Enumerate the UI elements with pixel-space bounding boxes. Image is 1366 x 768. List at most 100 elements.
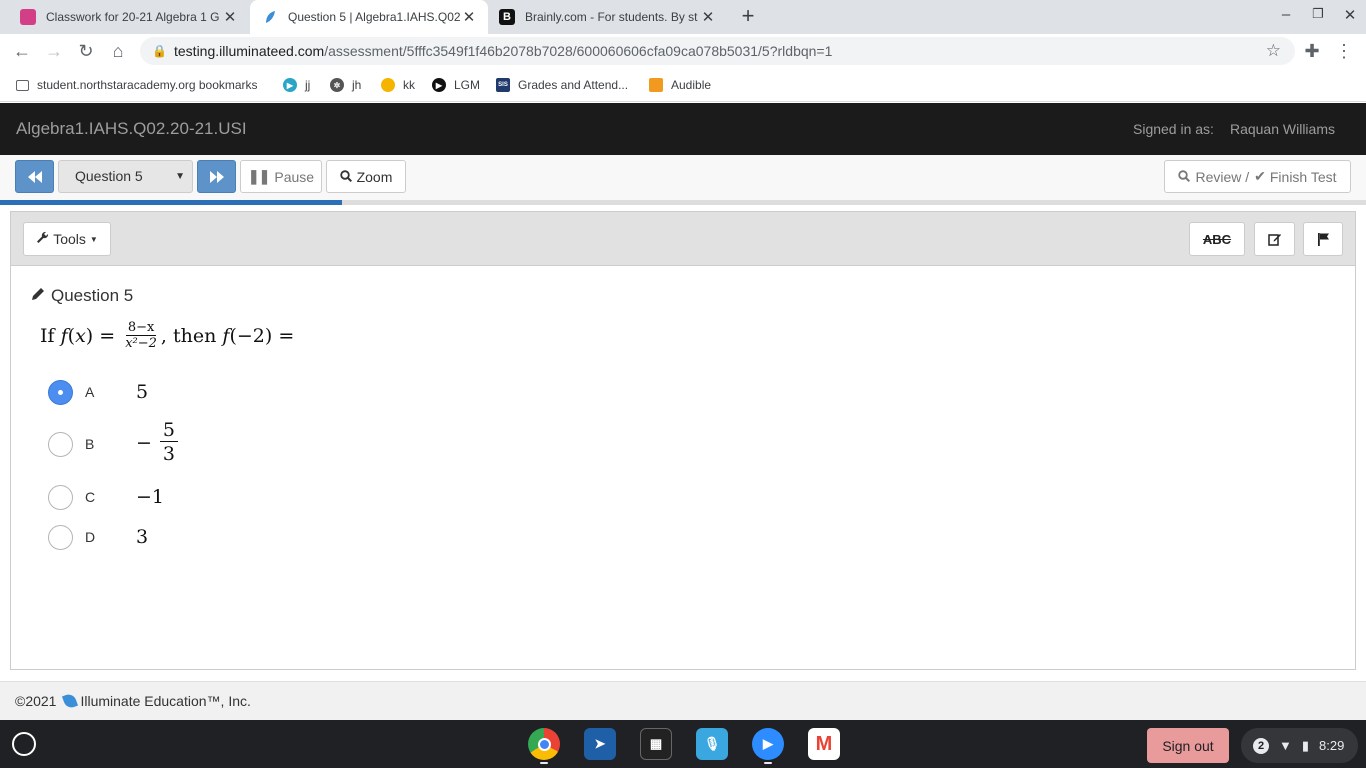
flag-icon xyxy=(1317,233,1329,246)
double-right-arrow-icon xyxy=(209,170,224,183)
browser-toolbar: ← → ↻ ⌂ 🔒 testing.illuminateed.com/asses… xyxy=(0,34,1366,68)
new-tab-button[interactable]: + xyxy=(735,4,761,30)
close-tab-icon[interactable]: ✕ xyxy=(460,8,478,26)
answer-choice-b[interactable]: B − 5 3 xyxy=(48,419,448,465)
audible-icon xyxy=(649,78,663,92)
next-question-button[interactable] xyxy=(197,160,236,193)
checkmark-icon: ✔ xyxy=(1254,168,1266,184)
folder-icon xyxy=(16,79,29,91)
status-tray[interactable]: 2 ▼ ▮ 8:29 xyxy=(1241,728,1358,763)
choice-letter: A xyxy=(85,384,95,400)
radio-button[interactable] xyxy=(48,380,73,405)
zoom-app-icon[interactable]: ▶ xyxy=(752,728,784,760)
launcher-icon[interactable] xyxy=(12,732,36,756)
wrench-icon xyxy=(36,231,49,247)
tab-title: Classwork for 20-21 Algebra 1 G xyxy=(46,10,220,24)
menu-kebab-icon[interactable]: ⋮ xyxy=(1332,39,1356,63)
home-icon[interactable]: ⌂ xyxy=(106,39,130,63)
pause-button[interactable]: ❚❚ Pause xyxy=(240,160,322,193)
zoom-button[interactable]: Zoom xyxy=(326,160,406,193)
bookmark-lgm[interactable]: ▶ LGM xyxy=(432,76,480,94)
tab-brainly[interactable]: B Brainly.com - For students. By st ✕ xyxy=(487,0,727,34)
forward-arrow-icon[interactable]: → xyxy=(42,39,66,63)
question-select[interactable]: Question 5 ▼ xyxy=(58,160,193,193)
tools-dropdown-button[interactable]: Tools ▼ xyxy=(23,222,111,256)
gmail-app-icon[interactable]: M xyxy=(808,728,840,760)
star-icon[interactable]: ☆ xyxy=(1266,37,1281,65)
previous-question-button[interactable] xyxy=(15,160,54,193)
answer-choice-a[interactable]: A 5 xyxy=(48,380,448,408)
caret-down-icon: ▼ xyxy=(89,234,98,244)
choice-sign: − xyxy=(136,431,152,454)
stem-fraction: 8−x x²−2 xyxy=(123,320,159,352)
illuminate-leaf-icon xyxy=(262,9,278,25)
choice-numerator: 5 xyxy=(159,419,179,442)
close-tab-icon[interactable]: ✕ xyxy=(699,8,717,26)
radio-button[interactable] xyxy=(48,432,73,457)
strikethrough-abc-button[interactable]: ABC xyxy=(1189,222,1245,256)
chrome-app-icon[interactable] xyxy=(528,728,560,760)
bookmark-label: Audible xyxy=(671,78,712,92)
zoom-label: Zoom xyxy=(356,168,393,185)
question-heading: Question 5 xyxy=(31,286,133,306)
close-window-icon[interactable]: ✕ xyxy=(1340,6,1360,24)
copyright: ©2021 xyxy=(15,693,57,709)
back-arrow-icon[interactable]: ← xyxy=(10,39,34,63)
microphone-app-icon[interactable]: 🎙 xyxy=(696,728,728,760)
answer-choice-c[interactable]: C −1 xyxy=(48,485,448,513)
clock: 8:29 xyxy=(1319,738,1345,753)
panel-toolbar: Tools ▼ ABC xyxy=(11,212,1355,266)
tab-title: Question 5 | Algebra1.IAHS.Q02 xyxy=(288,10,460,24)
tab-classwork[interactable]: Classwork for 20-21 Algebra 1 G ✕ xyxy=(8,0,249,34)
review-finish-button[interactable]: Review / ✔ Finish Test xyxy=(1164,160,1351,193)
sign-out-button[interactable]: Sign out xyxy=(1147,728,1229,763)
play-icon: ▶ xyxy=(283,78,297,92)
running-indicator xyxy=(764,762,772,764)
bookmark-northstar[interactable]: student.northstaracademy.org bookmarks xyxy=(16,76,258,94)
radio-button[interactable] xyxy=(48,485,73,510)
radio-button[interactable] xyxy=(48,525,73,550)
answer-choice-d[interactable]: D 3 xyxy=(48,525,448,553)
url-host: testing.illuminateed.com xyxy=(174,43,325,59)
choice-value: 5 xyxy=(136,381,149,403)
choice-letter: C xyxy=(85,489,96,505)
bookmark-jj[interactable]: ▶ jj xyxy=(283,76,310,94)
question-title: Question 5 xyxy=(51,286,134,305)
tools-label: Tools xyxy=(53,231,86,247)
bookmark-grades[interactable]: SIS Grades and Attend... xyxy=(496,76,628,94)
stem-variable: x xyxy=(75,325,86,347)
pause-icon: ❚❚ xyxy=(247,168,270,184)
choice-value: 3 xyxy=(136,526,149,548)
restore-icon[interactable]: ❐ xyxy=(1308,6,1328,22)
bookmark-audible[interactable]: Audible xyxy=(649,76,711,94)
send-app-icon[interactable]: ➤ xyxy=(584,728,616,760)
sis-icon: SIS xyxy=(496,78,510,92)
bookmark-label: kk xyxy=(403,78,415,92)
battery-icon: ▮ xyxy=(1301,737,1310,753)
pencil-icon xyxy=(31,286,46,306)
choice-letter: B xyxy=(85,436,95,452)
bookmark-jh[interactable]: ✲ jh xyxy=(330,76,361,94)
pause-label: Pause xyxy=(274,168,315,185)
calculator-app-icon[interactable]: ▦ xyxy=(640,728,672,760)
illuminate-leaf-icon xyxy=(62,692,79,710)
close-tab-icon[interactable]: ✕ xyxy=(221,8,239,26)
bookmark-label: jh xyxy=(352,78,362,92)
play-circle-icon: ▶ xyxy=(432,78,446,92)
notification-count-badge: 2 xyxy=(1253,737,1269,754)
choice-denominator: 3 xyxy=(162,443,176,465)
progress-fill xyxy=(0,200,342,205)
hand-icon xyxy=(381,78,395,92)
extensions-icon[interactable]: ✚ xyxy=(1300,39,1324,63)
flag-button[interactable] xyxy=(1303,222,1343,256)
wifi-icon: ▼ xyxy=(1279,738,1292,753)
stem-denominator: x²−2 xyxy=(125,336,157,351)
company-name: Illuminate Education™, Inc. xyxy=(80,693,251,709)
reload-icon[interactable]: ↻ xyxy=(74,39,98,63)
tab-question-5[interactable]: Question 5 | Algebra1.IAHS.Q02 ✕ xyxy=(250,0,488,34)
bookmark-kk[interactable]: kk xyxy=(381,76,415,94)
magnifier-icon xyxy=(339,169,352,185)
address-bar[interactable]: 🔒 testing.illuminateed.com/assessment/5f… xyxy=(140,37,1295,65)
notes-button[interactable] xyxy=(1254,222,1295,256)
minimize-icon[interactable]: – xyxy=(1276,6,1296,23)
